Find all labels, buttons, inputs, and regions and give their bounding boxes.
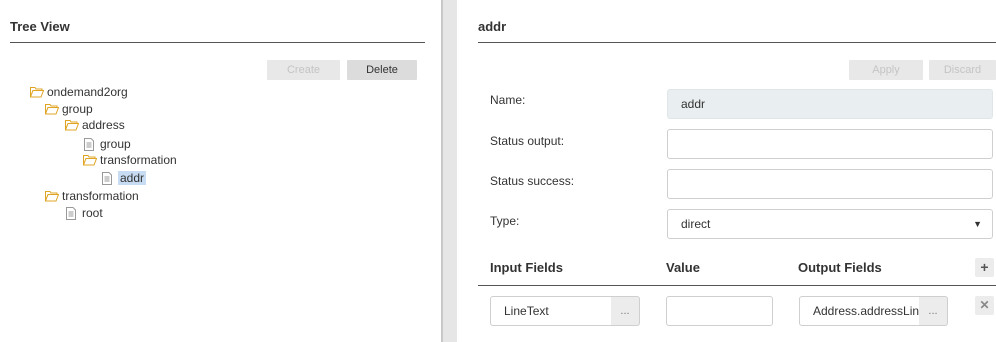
tree-node-transformation[interactable]: transformation: [82, 153, 177, 167]
tree-node-label: transformation: [100, 153, 177, 167]
folder-open-icon: [64, 119, 80, 131]
mapping-header-divider: [478, 285, 996, 286]
tree-node-transformation-2[interactable]: transformation: [44, 189, 139, 203]
detail-title: addr: [478, 19, 507, 34]
create-button[interactable]: Create: [267, 60, 340, 80]
input-field-browse-button[interactable]: ...: [611, 296, 640, 326]
status-success-input[interactable]: [667, 169, 993, 199]
tree-node-label: address: [82, 118, 125, 132]
folder-open-icon: [44, 103, 60, 115]
title-divider: [10, 42, 425, 43]
tree-node-addr[interactable]: addr: [101, 171, 147, 185]
panel-splitter[interactable]: [441, 0, 457, 342]
panel-splitter-line: [441, 0, 443, 342]
tree-node-label-selected: addr: [118, 171, 147, 185]
tree-node-address[interactable]: address: [64, 118, 125, 132]
tree-node-label: group: [62, 102, 93, 116]
add-mapping-button[interactable]: +: [975, 258, 994, 277]
folder-open-icon: [29, 86, 45, 98]
tree-node-label: root: [82, 206, 103, 220]
close-icon: ✕: [979, 298, 990, 312]
name-label: Name:: [490, 93, 526, 107]
output-field[interactable]: Address.addressLin: [799, 296, 920, 326]
output-fields-header: Output Fields: [798, 260, 882, 275]
type-label: Type:: [490, 214, 520, 228]
apply-button[interactable]: Apply: [849, 60, 923, 80]
remove-mapping-button[interactable]: ✕: [975, 296, 994, 315]
tree-node-root[interactable]: root: [65, 206, 103, 220]
tree-node-group[interactable]: group: [44, 102, 93, 116]
file-icon: [65, 207, 79, 220]
tree-node-label: ondemand2org: [47, 85, 128, 99]
file-icon: [101, 172, 115, 185]
file-icon: [83, 138, 97, 151]
tree-node-label: group: [100, 137, 131, 151]
name-field: addr: [667, 89, 993, 119]
output-field-browse-button[interactable]: ...: [919, 296, 948, 326]
delete-button[interactable]: Delete: [347, 60, 417, 80]
value-header: Value: [666, 260, 700, 275]
input-field[interactable]: LineText: [490, 296, 612, 326]
tree-node-label: transformation: [62, 189, 139, 203]
plus-icon: +: [980, 259, 989, 275]
tree-node-ondemand2org[interactable]: ondemand2org: [29, 85, 128, 99]
tree-node-group-leaf[interactable]: group: [83, 137, 131, 151]
type-select-value: direct: [681, 217, 711, 231]
status-output-input[interactable]: [667, 129, 993, 159]
folder-open-icon: [44, 190, 60, 202]
input-fields-header: Input Fields: [490, 260, 563, 275]
folder-open-icon: [82, 154, 98, 166]
chevron-down-icon: ▼: [973, 219, 982, 229]
value-input[interactable]: [666, 296, 773, 326]
tree-view-title: Tree View: [10, 19, 70, 34]
discard-button[interactable]: Discard: [929, 60, 996, 80]
detail-title-divider: [478, 42, 996, 43]
type-select[interactable]: direct ▼: [667, 209, 993, 239]
status-output-label: Status output:: [490, 134, 565, 148]
status-success-label: Status success:: [490, 174, 575, 188]
